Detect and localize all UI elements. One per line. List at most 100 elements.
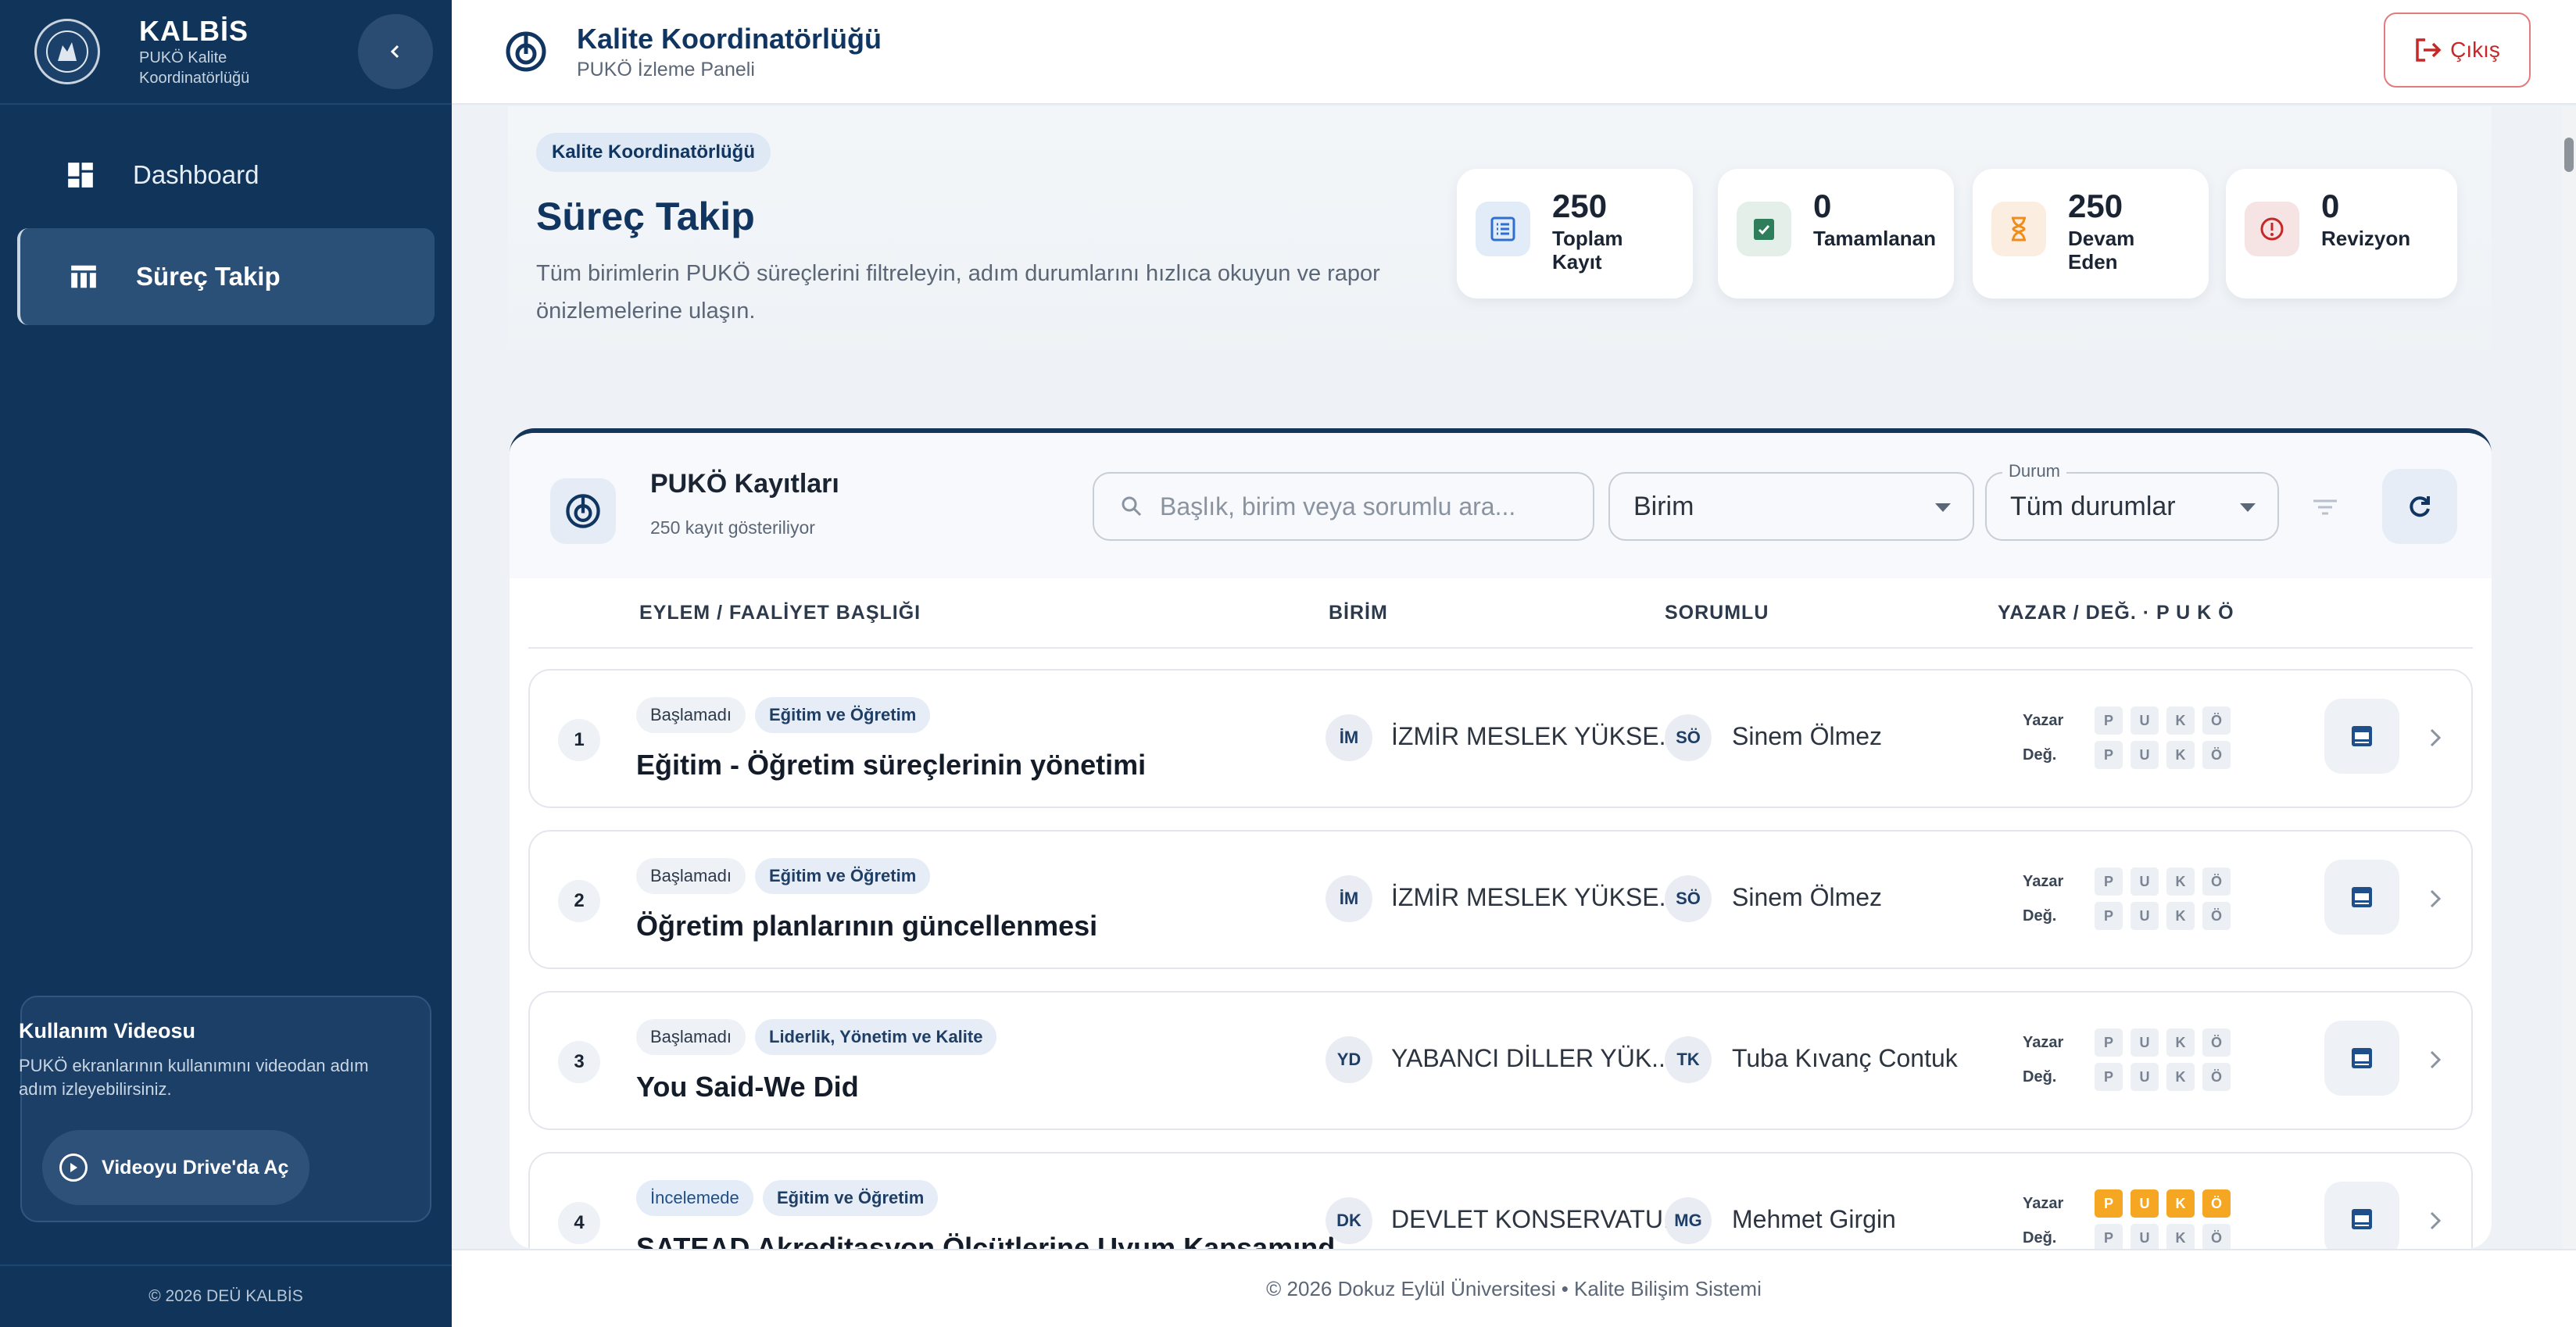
- table-row[interactable]: 3 Başlamadı Liderlik, Yönetim ve Kalite …: [528, 991, 2473, 1130]
- category-badge: Eğitim ve Öğretim: [755, 697, 931, 733]
- puko-status: Yazar PUKÖ Değ. PUKÖ: [2023, 1186, 2238, 1249]
- search-icon: [1122, 496, 1142, 517]
- dashboard-icon: [68, 163, 93, 188]
- page-footer: © 2026 Dokuz Eylül Üniversitesi • Kalite…: [452, 1249, 2576, 1327]
- chevron-left-icon: [390, 45, 399, 59]
- puko-status: Yazar PUKÖ Değ. PUKÖ: [2023, 703, 2238, 772]
- puko-k: K: [2166, 902, 2195, 930]
- open-video-label: Videoyu Drive'da Aç: [102, 1156, 289, 1179]
- page-title: Süreç Takip: [536, 195, 755, 238]
- puko-u: U: [2131, 902, 2159, 930]
- stat-value: 0: [1813, 188, 1832, 224]
- stat-card-total: 250 Toplam Kayıt: [1457, 169, 1693, 299]
- puko-k: K: [2166, 1189, 2195, 1218]
- table-icon: [71, 265, 96, 288]
- chevron-right-icon[interactable]: [2420, 1044, 2451, 1075]
- pdf-button[interactable]: [2324, 1021, 2399, 1096]
- puko-status: Yazar PUKÖ Değ. PUKÖ: [2023, 864, 2238, 933]
- row-number: 1: [558, 719, 600, 761]
- chevron-right-icon[interactable]: [2420, 883, 2451, 914]
- category-badge: Eğitim ve Öğretim: [755, 858, 931, 894]
- puko-k: K: [2166, 1028, 2195, 1057]
- stat-card-completed: 0 Tamamlanan: [1718, 169, 1954, 299]
- pdf-icon: [2352, 1048, 2372, 1068]
- puko-u: U: [2131, 1224, 2159, 1249]
- collapse-sidebar-button[interactable]: [358, 14, 433, 89]
- chevron-right-icon[interactable]: [2420, 1205, 2451, 1236]
- search-input[interactable]: Başlık, birim veya sorumlu ara...: [1093, 472, 1594, 541]
- checklist-icon: [1737, 202, 1791, 256]
- unit-name: YABANCI DİLLER YÜK...: [1391, 1044, 1673, 1072]
- puko-p: P: [2095, 1189, 2123, 1218]
- refresh-button[interactable]: [2382, 469, 2457, 544]
- puko-k: K: [2166, 1224, 2195, 1249]
- row-number: 2: [558, 880, 600, 922]
- person-avatar: MG: [1665, 1197, 1712, 1244]
- alert-icon: [2245, 202, 2299, 256]
- logout-icon: [2416, 38, 2442, 62]
- status-select-value: Tüm durumlar: [2010, 491, 2176, 521]
- pdf-button[interactable]: [2324, 699, 2399, 774]
- puko-p: P: [2095, 1224, 2123, 1249]
- scrollbar-thumb[interactable]: [2564, 138, 2574, 172]
- puko-p: P: [2095, 867, 2123, 896]
- column-header-unit: BİRİM: [1329, 602, 1388, 624]
- deg-label: Değ.: [2023, 1068, 2057, 1086]
- puko-k: K: [2166, 1063, 2195, 1091]
- status-badge: Başlamadı: [636, 858, 746, 894]
- brand-title: KALBİS: [139, 15, 249, 47]
- category-badge: Liderlik, Yönetim ve Kalite: [755, 1019, 997, 1055]
- page-scrollbar[interactable]: [2562, 106, 2576, 1249]
- unit-avatar: İM: [1326, 714, 1372, 761]
- hero-section: Kalite Koordinatörlüğü Süreç Takip Tüm b…: [508, 106, 2492, 386]
- open-video-button[interactable]: Videoyu Drive'da Aç: [42, 1130, 309, 1205]
- puko-p: P: [2095, 1028, 2123, 1057]
- main-content: Kalite Koordinatörlüğü Süreç Takip Tüm b…: [452, 106, 2562, 1249]
- play-icon: [59, 1154, 88, 1182]
- sidebar-item-surec-takip[interactable]: Süreç Takip: [17, 228, 435, 325]
- deg-label: Değ.: [2023, 746, 2057, 764]
- sidebar-item-label: Süreç Takip: [136, 262, 281, 291]
- puko-u: U: [2131, 867, 2159, 896]
- puko-k: K: [2166, 741, 2195, 769]
- list-icon: [1476, 202, 1530, 256]
- filter-icon[interactable]: [2312, 499, 2338, 516]
- table-row[interactable]: 4 İncelemede Eğitim ve Öğretim SATEAD Ak…: [528, 1152, 2473, 1249]
- puko-u: U: [2131, 1063, 2159, 1091]
- chevron-right-icon[interactable]: [2420, 722, 2451, 753]
- puko-u: U: [2131, 741, 2159, 769]
- status-badge: Başlamadı: [636, 697, 746, 733]
- table-row[interactable]: 2 Başlamadı Eğitim ve Öğretim Öğretim pl…: [528, 830, 2473, 969]
- responsible-name: Sinem Ölmez: [1732, 883, 1883, 911]
- chevron-down-icon: [2240, 503, 2256, 512]
- yazar-label: Yazar: [2023, 1194, 2064, 1212]
- topbar: Kalite Koordinatörlüğü PUKÖ İzleme Panel…: [452, 0, 2576, 105]
- unit-select[interactable]: Birim: [1608, 472, 1974, 541]
- puko-u: U: [2131, 706, 2159, 735]
- puko-p: P: [2095, 1063, 2123, 1091]
- puko-p: P: [2095, 741, 2123, 769]
- university-logo: [34, 19, 100, 84]
- row-number: 3: [558, 1041, 600, 1083]
- pdf-button[interactable]: [2324, 860, 2399, 935]
- logout-button[interactable]: Çıkış: [2384, 13, 2531, 88]
- row-title: SATEAD Akreditasyon Ölçütlerine Uyum Kap…: [636, 1232, 1359, 1249]
- person-avatar: SÖ: [1665, 875, 1712, 922]
- status-badge: İncelemede: [636, 1180, 753, 1216]
- deg-label: Değ.: [2023, 1229, 2057, 1247]
- pdf-button[interactable]: [2324, 1182, 2399, 1249]
- column-header-title: EYLEM / FAALİYET BAŞLIĞI: [639, 602, 921, 624]
- app-logo-icon: [506, 31, 546, 72]
- puko-o: Ö: [2202, 1189, 2231, 1218]
- video-card-title: Kullanım Videosu: [19, 1019, 196, 1043]
- puko-o: Ö: [2202, 902, 2231, 930]
- refresh-icon: [2410, 496, 2430, 517]
- sidebar-item-dashboard[interactable]: Dashboard: [17, 127, 435, 224]
- table-row[interactable]: 1 Başlamadı Eğitim ve Öğretim Eğitim - Ö…: [528, 669, 2473, 808]
- stat-card-revision: 0 Revizyon: [2226, 169, 2457, 299]
- sidebar-nav: Dashboard Süreç Takip: [0, 127, 452, 325]
- page-header-title: Kalite Koordinatörlüğü: [577, 22, 882, 55]
- page-header-subtitle: PUKÖ İzleme Paneli: [577, 58, 755, 80]
- status-select[interactable]: Durum Tüm durumlar: [1985, 461, 2279, 541]
- unit-avatar: YD: [1326, 1036, 1372, 1083]
